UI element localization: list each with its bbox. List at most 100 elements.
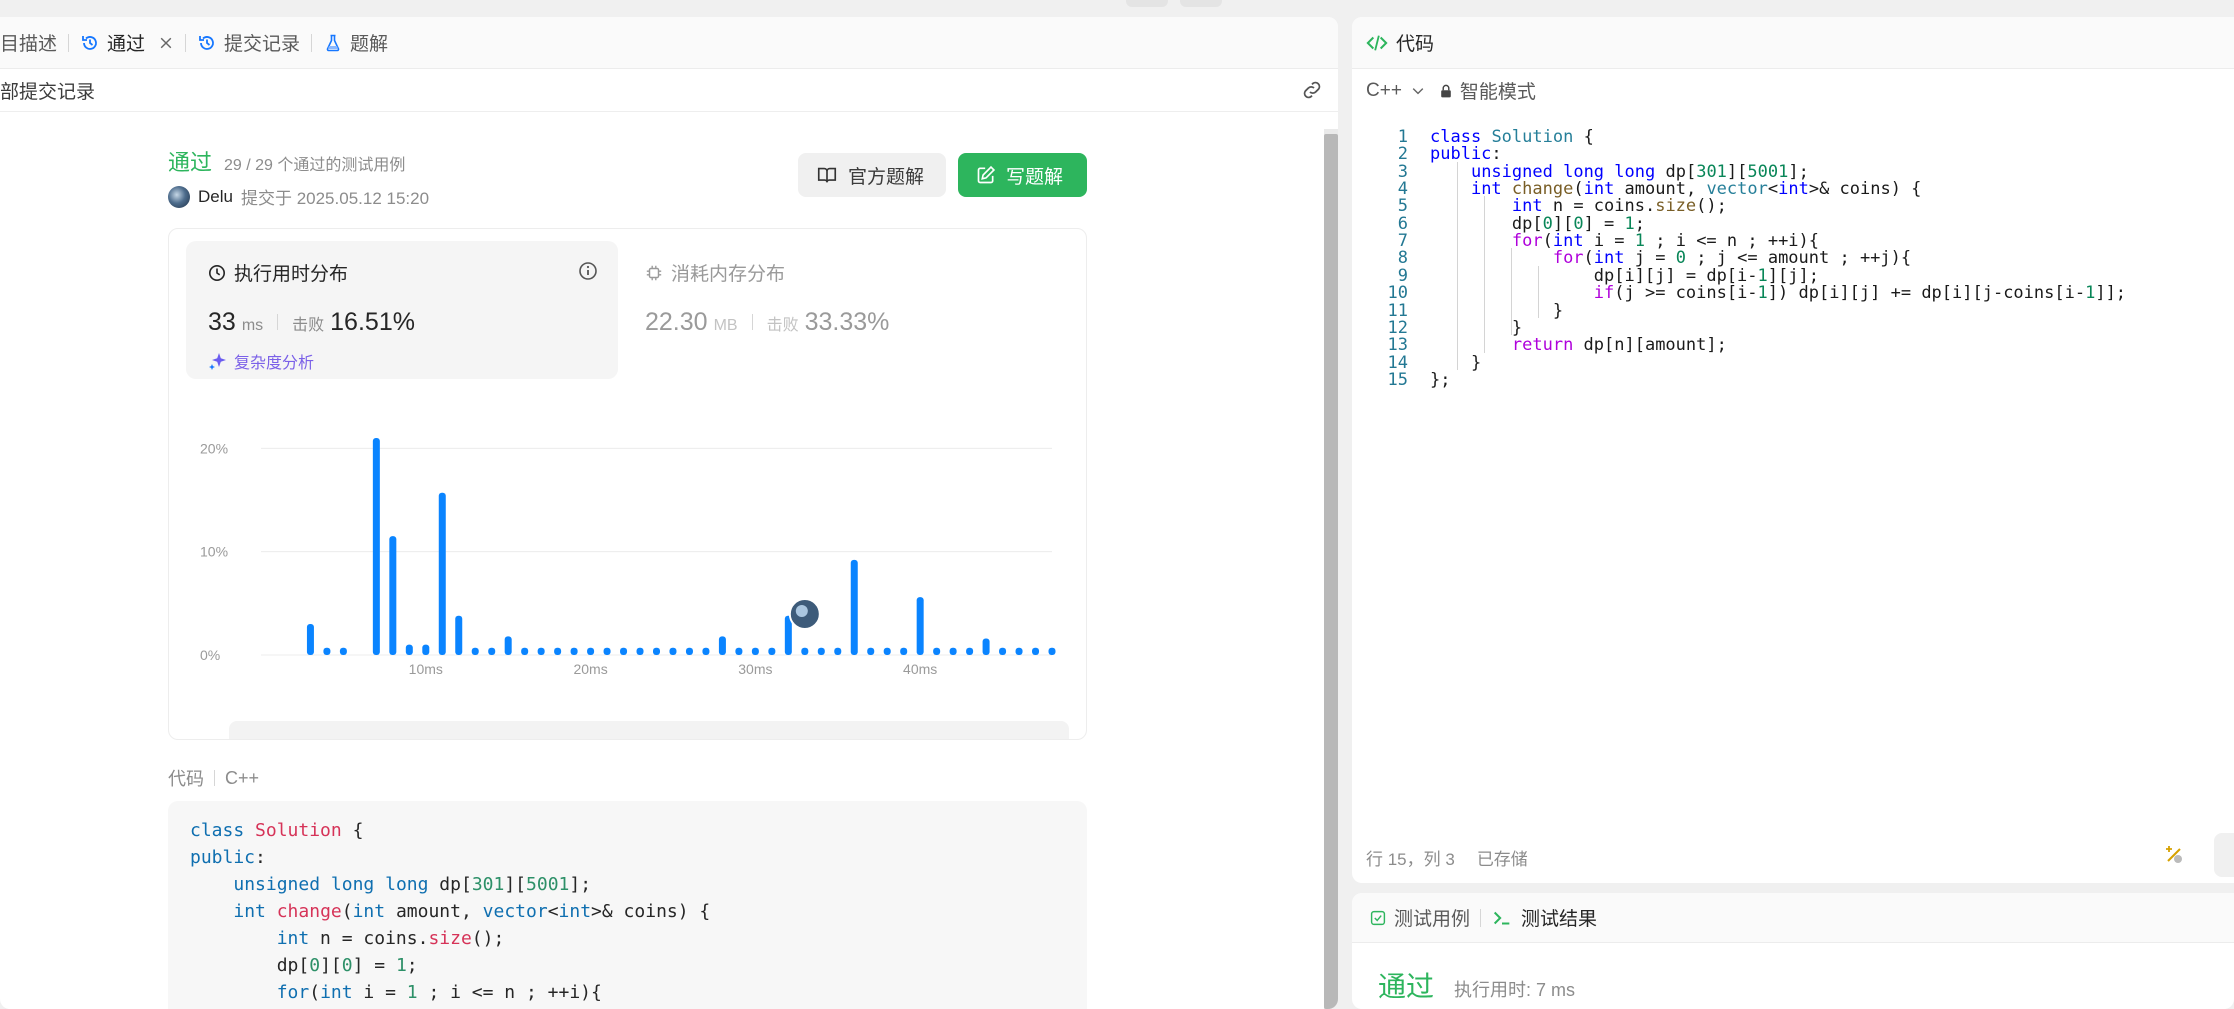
tab-submissions[interactable]: 提交记录 — [186, 17, 311, 69]
chart-bar — [422, 644, 430, 655]
chart-bar — [735, 647, 743, 655]
chart-bar — [323, 647, 331, 655]
submission-status: 通过 29 / 29 个通过的测试用例 — [168, 145, 405, 177]
tab-label: 提交记录 — [224, 34, 301, 55]
language-value: C++ — [1366, 79, 1402, 101]
breadcrumb: 部提交记录 — [0, 69, 1338, 112]
write-solution-button[interactable]: 写题解 — [958, 153, 1087, 197]
chart-bar — [850, 559, 858, 655]
x-tick-label: 20ms — [573, 661, 607, 677]
terminal-icon — [1493, 911, 1510, 925]
result-runtime: 执行用时: 7 ms — [1454, 980, 1576, 1000]
code-icon — [1366, 34, 1388, 51]
smart-mode-label: 智能模式 — [1459, 82, 1536, 103]
chart-bar — [554, 647, 562, 655]
chart-bar — [570, 647, 578, 655]
chart-bar — [817, 647, 825, 655]
chart-bar — [768, 647, 776, 655]
indent-guide — [1511, 248, 1512, 336]
memory-metric[interactable]: 消耗内存分布 22.30 MB 击败 33.33% — [623, 241, 963, 379]
chart-bar — [702, 647, 710, 655]
chart-bar — [999, 647, 1007, 655]
chart-bar — [521, 647, 529, 655]
status-accepted: 通过 — [168, 150, 213, 175]
language-select[interactable]: C++ — [1366, 80, 1426, 102]
indent-guide — [1457, 161, 1458, 370]
divider — [214, 770, 215, 786]
tab-test-result[interactable]: 测试结果 — [1491, 904, 1597, 931]
official-solution-button[interactable]: 官方题解 — [798, 153, 946, 197]
window-top-strip — [0, 0, 2234, 17]
chart-bar — [949, 647, 957, 655]
chart-bar — [867, 647, 875, 655]
test-result-summary: 通过 执行用时: 7 ms — [1378, 965, 1575, 1005]
chart-bar — [488, 647, 496, 655]
submitted-code: class Solution { public: unsigned long l… — [168, 801, 1087, 1009]
tab-description[interactable]: 目描述 — [0, 17, 68, 69]
chart-bar — [966, 647, 974, 655]
line-number: 15 — [1387, 369, 1408, 390]
cursor-position: 行 15，列 3 — [1366, 850, 1455, 869]
y-tick-label: 10% — [200, 544, 228, 560]
performance-card: 执行用时分布 33 ms 击败 16.51% 复杂度分析 消耗内存分布 22.3… — [168, 228, 1087, 740]
testcases-passed: 29 / 29 个通过的测试用例 — [224, 157, 406, 174]
editor-status-bar: 行 15，列 3 已存储 — [1366, 845, 1528, 870]
console-panel: 测试用例 测试结果 通过 执行用时: 7 ms — [1352, 893, 2234, 1009]
chart-bar — [587, 647, 595, 655]
breadcrumb-all-submissions[interactable]: 部提交记录 — [0, 77, 95, 104]
tab-solutions[interactable]: 题解 — [312, 17, 399, 69]
chevron-down-icon — [1412, 87, 1424, 94]
username[interactable]: Delu — [198, 187, 233, 207]
smart-mode-toggle[interactable]: 智能模式 — [1438, 77, 1536, 104]
run-button[interactable] — [2214, 833, 2234, 877]
code-line: }; — [1430, 369, 1451, 390]
sparkle-icon — [209, 353, 226, 370]
complexity-analysis-link[interactable]: 复杂度分析 — [208, 349, 596, 373]
x-tick-label: 40ms — [903, 661, 937, 677]
edit-icon — [977, 165, 996, 184]
y-tick-label: 20% — [200, 440, 228, 456]
indent-guide — [1538, 265, 1539, 318]
lock-icon — [1441, 84, 1451, 97]
top-toolbar-button[interactable] — [1180, 0, 1222, 7]
chart-bar — [455, 615, 463, 655]
code-editor[interactable]: 1 class Solution {2 public: 3 unsigned long… — [1352, 127, 2234, 527]
chart-bar — [504, 636, 512, 655]
marker-highlight — [795, 605, 808, 617]
avatar[interactable] — [168, 185, 190, 208]
save-status: 已存储 — [1476, 850, 1528, 869]
editor-toolbar: C++ 智能模式 — [1366, 77, 1536, 104]
tab-accepted[interactable]: 通过 — [69, 17, 185, 69]
chart-bar — [537, 647, 545, 655]
chart-bar — [1032, 647, 1040, 655]
chart-bar — [933, 647, 941, 655]
code-language: C++ — [225, 767, 260, 788]
chart-bar — [982, 638, 990, 655]
chart-bar — [389, 536, 397, 655]
chart-bar — [306, 624, 314, 655]
close-icon[interactable] — [158, 35, 174, 51]
runtime-beat-label: 击败 — [292, 317, 325, 334]
chart-overview-brush — [229, 721, 1069, 739]
link-icon[interactable] — [1300, 78, 1324, 102]
tab-label: 题解 — [350, 34, 389, 55]
tab-test-result-label: 测试结果 — [1521, 909, 1598, 930]
indent-guide — [1484, 196, 1485, 353]
editor-title: 代码 — [1396, 34, 1435, 55]
scrollbar-thumb[interactable] — [1324, 134, 1338, 1009]
left-tab-bar: 目描述 通过 提交记录 题解 — [0, 17, 1338, 69]
runtime-metric[interactable]: 执行用时分布 33 ms 击败 16.51% 复杂度分析 — [186, 241, 618, 379]
debug-icon[interactable] — [2162, 843, 2186, 867]
submission-panel: 目描述 通过 提交记录 题解 部提交记录 通过 29 / 29 个通过的测试用例… — [0, 17, 1338, 1009]
write-solution-label: 写题解 — [1006, 166, 1064, 188]
tab-testcases[interactable]: 测试用例 — [1370, 904, 1470, 931]
editor-panel: 代码 C++ 智能模式 1 class Solution {2 public: 3 u… — [1352, 17, 2234, 883]
y-tick-label: 0% — [200, 647, 220, 663]
official-solution-label: 官方题解 — [848, 166, 925, 188]
chart-bar — [883, 647, 891, 655]
chart-bar — [405, 644, 413, 655]
top-toolbar-button[interactable] — [1126, 0, 1168, 7]
chart-bar — [916, 597, 924, 655]
info-icon[interactable] — [578, 261, 598, 281]
chart-bar — [653, 647, 660, 655]
